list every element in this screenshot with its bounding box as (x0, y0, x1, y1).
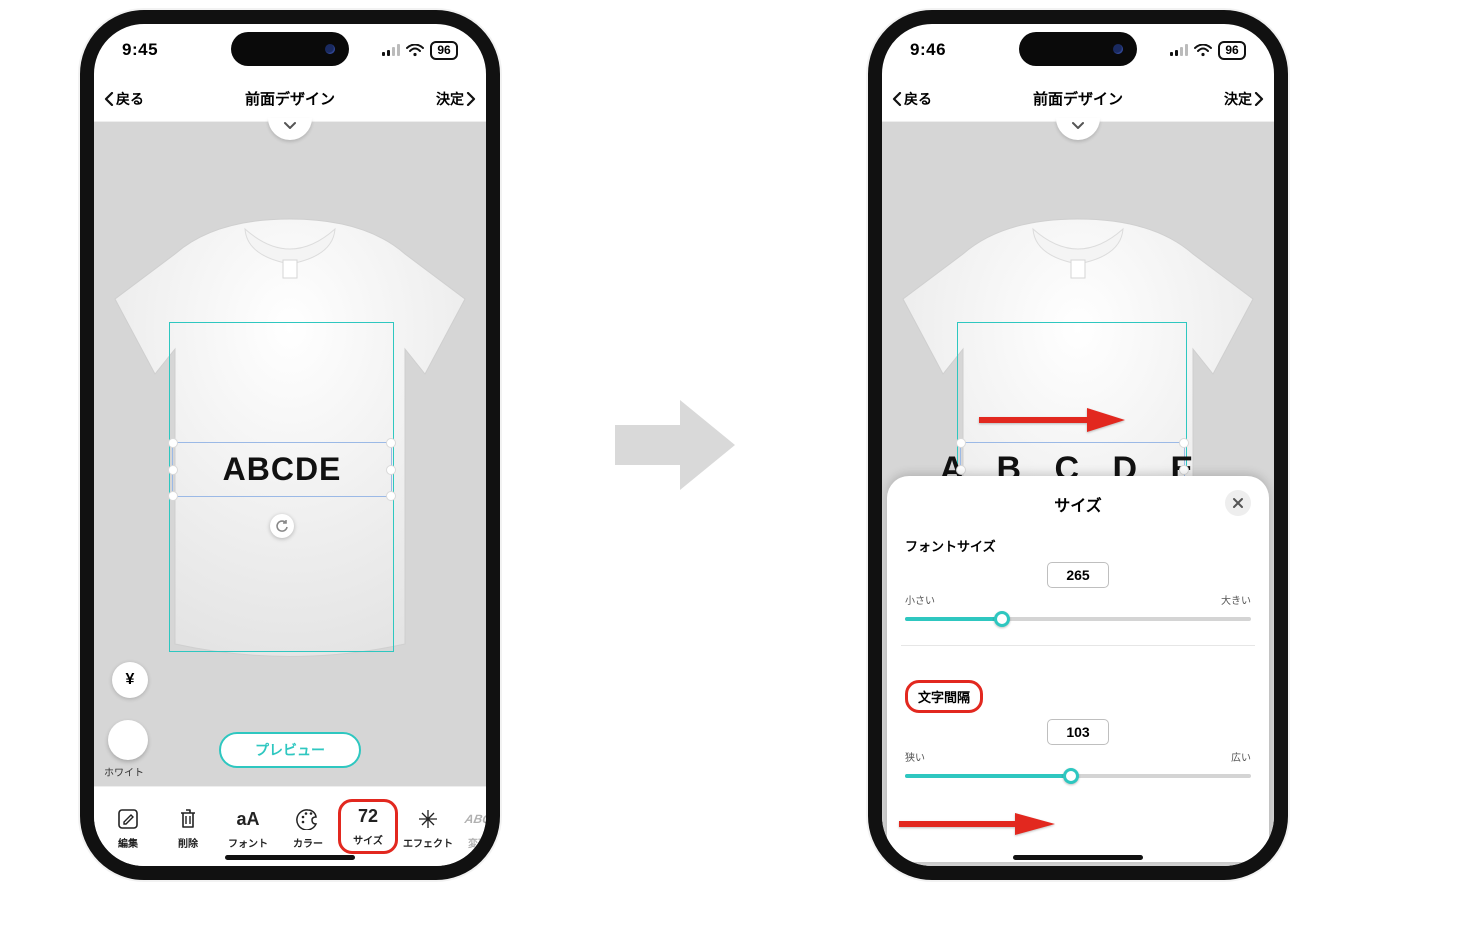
tool-label: 編集 (118, 835, 138, 850)
palette-icon (296, 807, 320, 831)
divider (901, 645, 1255, 646)
phone-right: 9:46 96 戻る 前面デザイン 決定 (868, 10, 1288, 880)
color-swatch-button[interactable] (108, 720, 148, 760)
wifi-icon (406, 44, 424, 57)
navbar: 戻る 前面デザイン 決定 (94, 76, 486, 122)
chevron-right-icon (466, 92, 476, 106)
nav-back-button[interactable]: 戻る (104, 89, 144, 109)
status-time: 9:46 (910, 40, 946, 60)
price-button[interactable]: ¥ (112, 662, 148, 698)
dynamic-island (1019, 32, 1137, 66)
cell-signal-icon (382, 44, 400, 56)
trash-icon (178, 807, 198, 831)
text-selection-box[interactable]: ABCDE (172, 442, 392, 497)
nav-back-button[interactable]: 戻る (892, 89, 932, 109)
font-size-label: フォントサイズ (905, 536, 996, 555)
dynamic-island (231, 32, 349, 66)
nav-done-button[interactable]: 決定 (436, 89, 476, 109)
home-indicator (225, 855, 355, 860)
resize-handle-icon[interactable] (956, 465, 966, 475)
tool-label: フォント (228, 835, 268, 850)
slider-thumb-icon[interactable] (994, 611, 1010, 627)
transition-arrow-icon (610, 390, 740, 500)
panel-close-button[interactable] (1225, 490, 1251, 516)
tool-shape-button[interactable]: ABC 変形 (458, 803, 498, 850)
resize-handle-icon[interactable] (1179, 465, 1189, 475)
nav-done-label: 決定 (1224, 89, 1252, 109)
tool-label: カラー (293, 835, 323, 850)
tool-delete-button[interactable]: 削除 (158, 803, 218, 850)
annotation-arrow-icon (897, 810, 1057, 838)
font-icon: aA (236, 807, 259, 831)
letter-spacing-label: 文字間隔 (905, 680, 983, 713)
rotate-icon (275, 519, 289, 533)
home-indicator (1013, 855, 1143, 860)
chevron-left-icon (892, 92, 902, 106)
tool-color-button[interactable]: カラー (278, 803, 338, 850)
rotate-handle-button[interactable] (270, 514, 294, 538)
close-icon (1232, 497, 1244, 509)
tool-label: エフェクト (403, 835, 453, 850)
nav-done-label: 決定 (436, 89, 464, 109)
resize-handle-icon[interactable] (1179, 438, 1189, 448)
yen-icon: ¥ (126, 671, 135, 689)
nav-title: 前面デザイン (245, 88, 335, 109)
chevron-down-icon (283, 121, 297, 131)
color-swatch-label: ホワイト (104, 764, 144, 779)
panel-title: サイズ (1054, 492, 1102, 516)
resize-handle-icon[interactable] (386, 438, 396, 448)
nav-title: 前面デザイン (1033, 88, 1123, 109)
navbar: 戻る 前面デザイン 決定 (882, 76, 1274, 122)
nav-back-label: 戻る (116, 89, 144, 109)
tool-label: サイズ (353, 832, 383, 847)
chevron-right-icon (1254, 92, 1264, 106)
slider-thumb-icon[interactable] (1063, 768, 1079, 784)
annotation-arrow-icon (977, 405, 1127, 435)
slider-max-label: 大きい (1221, 592, 1251, 607)
slider-min-label: 小さい (905, 592, 935, 607)
battery-icon: 96 (430, 41, 458, 60)
resize-handle-icon[interactable] (168, 465, 178, 475)
cell-signal-icon (1170, 44, 1188, 56)
font-size-slider[interactable] (905, 609, 1251, 629)
letter-spacing-slider[interactable] (905, 766, 1251, 786)
battery-icon: 96 (1218, 41, 1246, 60)
toolbar: 編集 削除 aA フォント カラー 72 サイズ エフェクト ABC 変形 (94, 786, 486, 866)
tool-edit-button[interactable]: 編集 (98, 803, 158, 850)
sparkle-icon (417, 807, 439, 831)
chevron-down-icon (1071, 121, 1085, 131)
resize-handle-icon[interactable] (386, 491, 396, 501)
preview-label: プレビュー (255, 742, 325, 758)
resize-handle-icon[interactable] (168, 438, 178, 448)
design-text: ABCDE (223, 451, 342, 488)
tool-font-button[interactable]: aA フォント (218, 803, 278, 850)
size-panel: サイズ フォントサイズ 265 小さい 大きい 文字間隔 103 狭い 広い (887, 476, 1269, 862)
nav-done-button[interactable]: 決定 (1224, 89, 1264, 109)
phone-left: 9:45 96 戻る 前面デザイン 決定 (80, 10, 500, 880)
wifi-icon (1194, 44, 1212, 57)
letter-spacing-input[interactable]: 103 (1047, 719, 1109, 745)
nav-back-label: 戻る (904, 89, 932, 109)
pencil-square-icon (117, 807, 139, 831)
resize-handle-icon[interactable] (956, 438, 966, 448)
resize-handle-icon[interactable] (386, 465, 396, 475)
resize-handle-icon[interactable] (168, 491, 178, 501)
tool-size-button[interactable]: 72 サイズ (338, 799, 398, 854)
slider-max-label: 広い (1231, 749, 1251, 764)
tool-effect-button[interactable]: エフェクト (398, 803, 458, 850)
tool-label: 変形 (468, 835, 488, 850)
text-warp-icon: ABC (463, 807, 493, 831)
size-value: 72 (358, 804, 378, 828)
design-canvas[interactable]: ABCDE ¥ ホワイト プレビュー (94, 122, 486, 786)
tool-label: 削除 (178, 835, 198, 850)
chevron-left-icon (104, 92, 114, 106)
font-size-input[interactable]: 265 (1047, 562, 1109, 588)
preview-button[interactable]: プレビュー (219, 732, 361, 768)
status-time: 9:45 (122, 40, 158, 60)
slider-min-label: 狭い (905, 749, 925, 764)
